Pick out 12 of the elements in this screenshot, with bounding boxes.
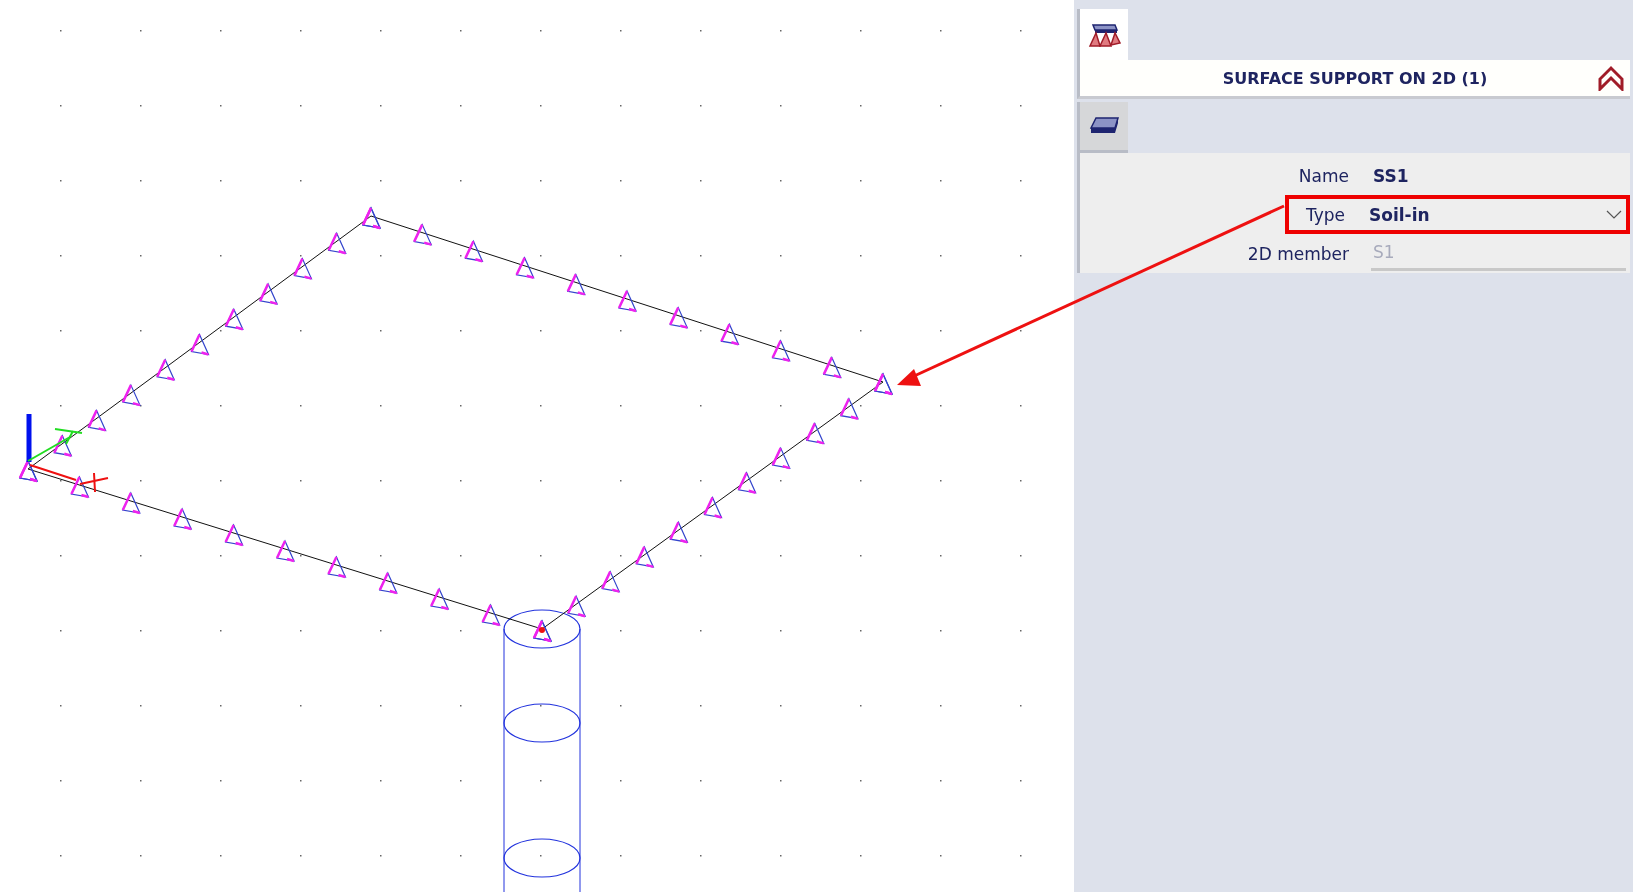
node-marker (539, 627, 545, 633)
surface-support-tab[interactable] (1080, 9, 1128, 60)
property-label: Name (1297, 165, 1350, 186)
caret-icon (1606, 210, 1622, 219)
section-title: SURFACE SUPPORT ON 2D (1) (1222, 68, 1488, 88)
member-tab[interactable] (1080, 102, 1128, 153)
property-field[interactable]: SS1 (1371, 160, 1626, 191)
type-dropdown[interactable]: Soil-in (1367, 199, 1626, 230)
property-label: 2D member (1246, 243, 1350, 264)
collapse-icon[interactable] (1598, 65, 1624, 91)
axis-triad-icon (26, 414, 109, 493)
property-label: Type (1304, 204, 1346, 225)
